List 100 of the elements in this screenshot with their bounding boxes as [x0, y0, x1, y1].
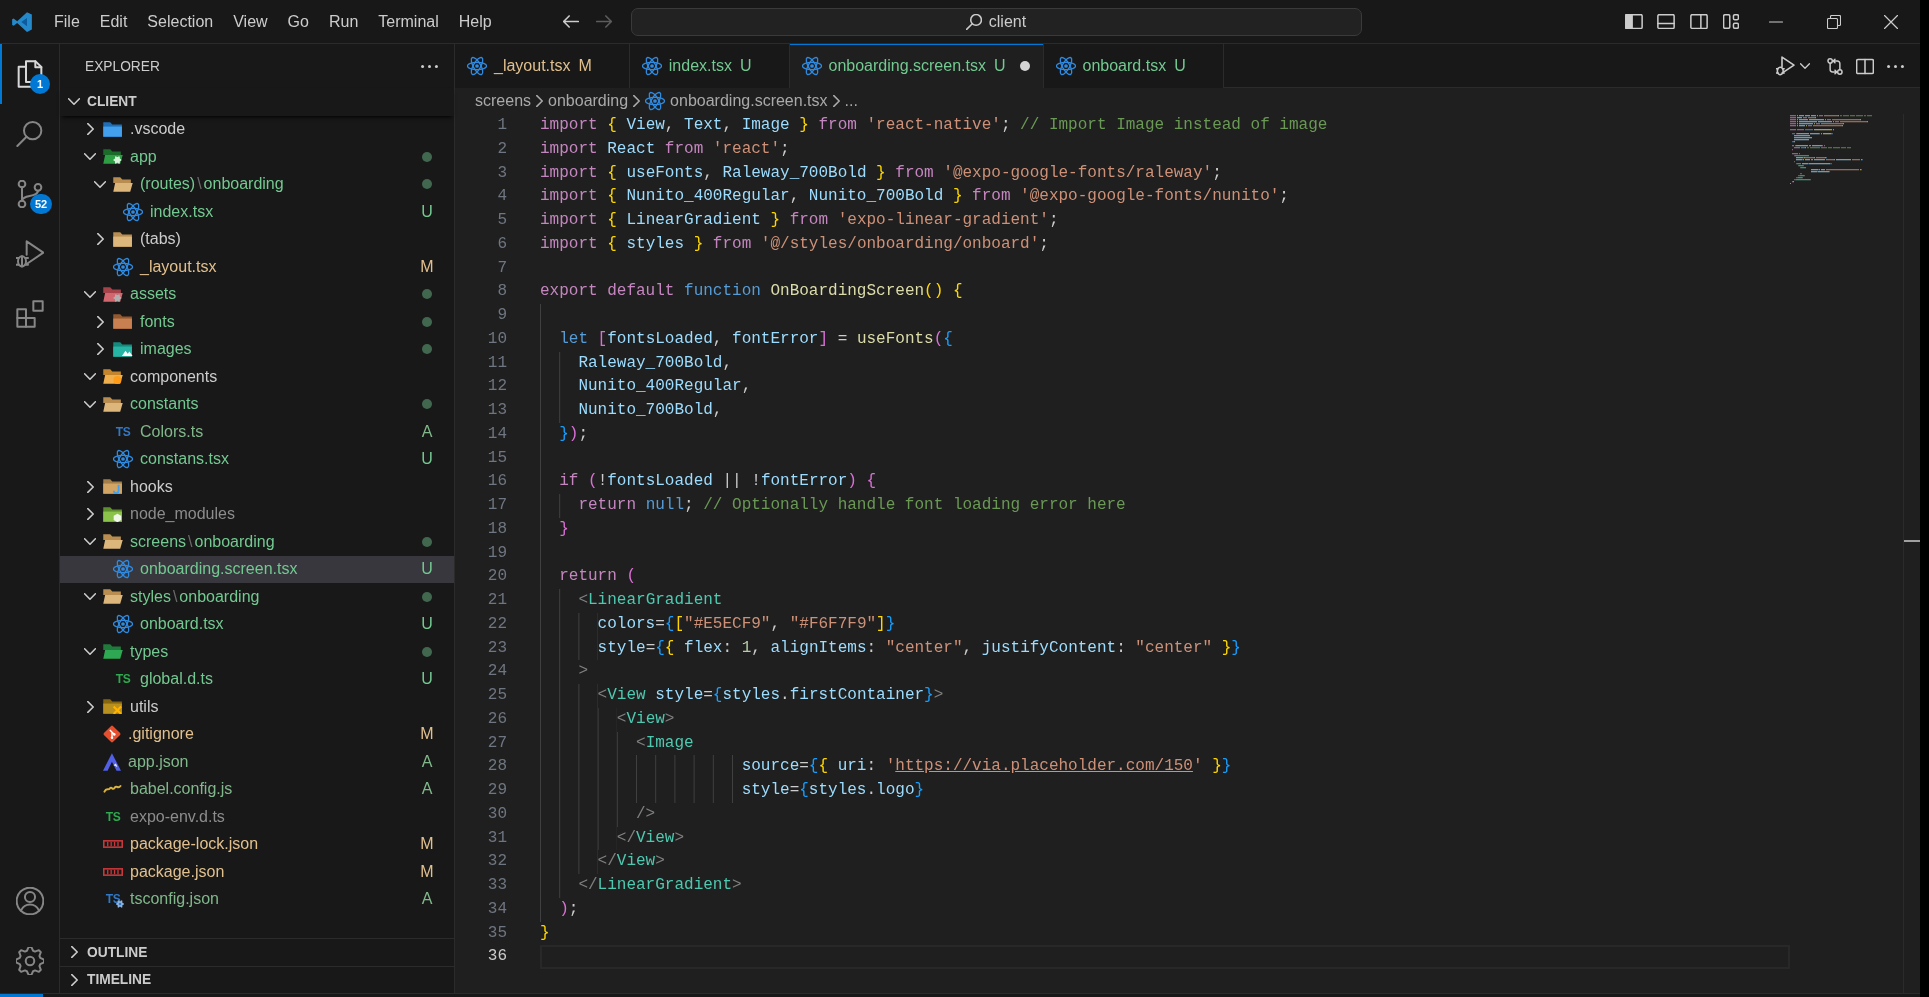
menu-item[interactable]: Run — [318, 6, 369, 37]
code-line: </View> — [540, 852, 665, 871]
tree-item[interactable]: .vscode — [60, 115, 454, 143]
tree-item[interactable]: hooks — [60, 473, 454, 501]
tree-item[interactable]: constans.tsx U — [60, 445, 454, 473]
react-atom-icon — [113, 614, 133, 635]
tree-item[interactable]: .gitignore M — [60, 720, 454, 748]
git-status-letter: U — [420, 450, 434, 469]
panel-bottom-icon — [1657, 14, 1676, 29]
tree-item[interactable]: package.json M — [60, 858, 454, 886]
menu-item[interactable]: Terminal — [368, 6, 449, 37]
scribble-icon — [103, 785, 123, 794]
git-status-letter: A — [420, 422, 434, 441]
sidebar-right-icon — [1689, 14, 1708, 29]
tree-item[interactable]: screens\onboarding — [60, 528, 454, 556]
line-number: 20 — [486, 566, 507, 588]
tree-item[interactable]: components — [60, 363, 454, 391]
tree-item[interactable]: images — [60, 335, 454, 363]
more-icon — [420, 64, 438, 68]
tree-item[interactable]: TS expo-env.d.ts — [60, 803, 454, 831]
folder-gear-icon — [103, 149, 123, 165]
code-line: import { useFonts, Raleway_700Bold } from '@expo-google-fonts/raleway'; — [540, 163, 1222, 182]
tree-item[interactable]: onboarding.screen.tsx U — [60, 555, 454, 583]
source-control-tab[interactable]: 52 — [0, 164, 59, 224]
ts-icon: TS — [113, 421, 133, 442]
tree-item[interactable]: TS tsconfig.json A — [60, 885, 454, 913]
peak-icon — [103, 752, 121, 771]
play-bug-icon — [1776, 56, 1796, 76]
line-number: 1 — [496, 115, 507, 136]
react-atom-icon — [645, 91, 666, 111]
tree-item[interactable]: fonts — [60, 308, 454, 336]
folder-hook-icon — [103, 479, 123, 495]
react-atom-icon — [123, 201, 143, 222]
command-center[interactable]: client — [630, 7, 1362, 36]
section-header[interactable]: OUTLINE — [60, 938, 454, 966]
git-status-letter: A — [420, 890, 434, 909]
editor-tab[interactable]: _layout.tsx M — [455, 44, 630, 88]
breadcrumb-item[interactable]: ... — [844, 92, 858, 110]
tree-item[interactable]: assets — [60, 280, 454, 308]
react-atom-icon — [113, 559, 133, 580]
tree-item[interactable]: utils — [60, 693, 454, 721]
breadcrumb-item[interactable]: onboarding — [548, 92, 629, 110]
explorer-tab[interactable]: 1 — [0, 44, 59, 104]
tree-item[interactable]: babel.config.js A — [60, 775, 454, 803]
code-line: } — [540, 923, 550, 942]
line-number: 4 — [496, 186, 507, 208]
tree-item[interactable]: package-lock.json M — [60, 830, 454, 858]
line-number: 2 — [496, 138, 507, 160]
tree-item[interactable]: _layout.tsx M — [60, 253, 454, 281]
menu-item[interactable]: View — [223, 6, 278, 37]
folder-icon — [103, 121, 123, 137]
code-line: Raleway_700Bold, — [540, 353, 733, 372]
line-number: 5 — [496, 210, 507, 231]
editor-tab[interactable]: index.tsx U — [629, 44, 790, 88]
menu-item[interactable]: Go — [277, 6, 319, 37]
editor-tab[interactable]: onboard.tsx U — [1043, 44, 1224, 88]
react-atom-icon — [1055, 56, 1076, 76]
line-number: 19 — [486, 542, 507, 564]
close-icon — [1884, 14, 1899, 29]
tree-item[interactable]: types — [60, 638, 454, 666]
tree-item[interactable]: app — [60, 143, 454, 171]
menu-item[interactable]: Edit — [89, 6, 138, 37]
line-number: 17 — [486, 495, 507, 516]
folder-icon — [103, 644, 123, 660]
tree-item[interactable]: constants — [60, 390, 454, 418]
tree-item[interactable]: node_modules — [60, 500, 454, 528]
git-status-letter: M — [419, 257, 435, 276]
layout-grid-icon — [1723, 14, 1740, 29]
restore-icon — [1826, 14, 1841, 29]
tree-item[interactable]: TS global.d.ts U — [60, 665, 454, 693]
search-icon — [965, 13, 982, 30]
tree-item[interactable]: styles\onboarding — [60, 583, 454, 611]
line-number: 6 — [496, 233, 507, 255]
editor-tab[interactable]: onboarding.screen.tsx U — [789, 44, 1044, 88]
tree-item[interactable]: app.json A — [60, 748, 454, 776]
line-number: 26 — [486, 708, 507, 730]
play-bug-icon — [15, 240, 44, 268]
git-status-letter: U — [420, 202, 434, 221]
react-atom-icon — [801, 56, 822, 76]
menu-item[interactable]: Help — [448, 6, 502, 37]
line-number: 31 — [486, 827, 507, 849]
tree-item[interactable]: (tabs) — [60, 225, 454, 253]
code-line: import React from 'react'; — [540, 139, 790, 158]
chevron-right-icon — [633, 95, 641, 107]
tree-item[interactable]: (routes)\onboarding — [60, 170, 454, 198]
menu-item[interactable]: File — [44, 6, 90, 37]
section-header[interactable]: CLIENT — [60, 88, 454, 116]
line-number: 30 — [486, 803, 507, 825]
breadcrumb-item[interactable]: onboarding.screen.tsx — [645, 91, 828, 111]
tree-item[interactable]: onboard.tsx U — [60, 610, 454, 638]
folder-mountain-icon — [113, 341, 133, 357]
line-number: 7 — [496, 257, 507, 279]
breadcrumb-item[interactable]: screens — [475, 92, 532, 110]
code-line: > — [540, 662, 588, 681]
tree-item[interactable]: TS Colors.ts A — [60, 418, 454, 446]
code-line: import { View, Text, Image } from 'react-native'; // Import Image instead of image — [540, 116, 1328, 134]
tree-item[interactable]: index.tsx U — [60, 198, 454, 226]
menu-item[interactable]: Selection — [137, 6, 224, 37]
line-number: 35 — [486, 922, 507, 944]
code-line: import { Nunito_400Regular, Nunito_700Bold } from '@expo-google-fonts/nunito'; — [540, 187, 1289, 206]
